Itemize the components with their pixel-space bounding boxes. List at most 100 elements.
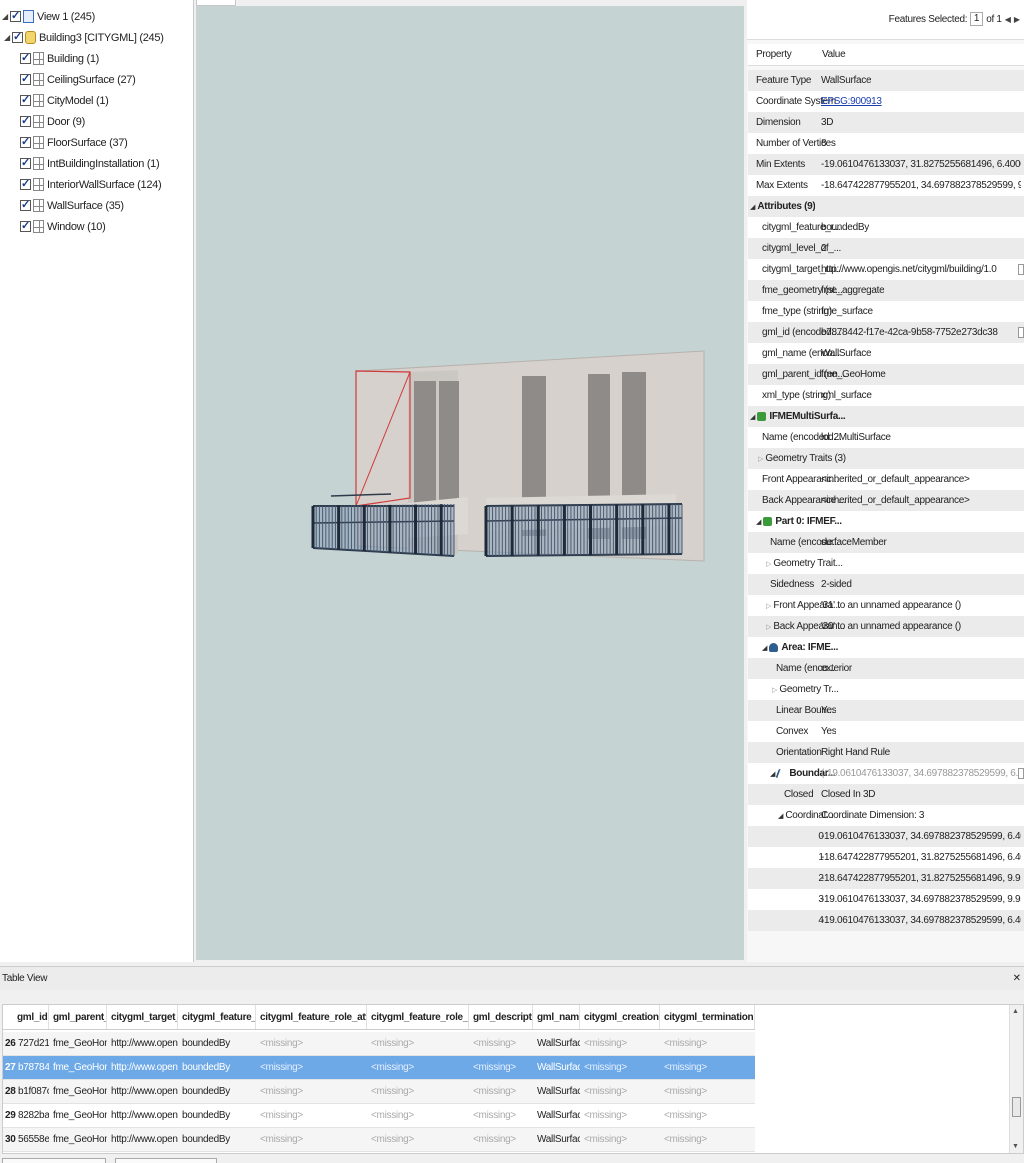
property-row[interactable]: 2 -18.647422877955201, 31.8275255681496, … <box>748 868 1024 889</box>
table-cell[interactable]: http://www.opengis.n... <box>107 1032 178 1056</box>
property-row[interactable]: Name (encoded: ... lod2MultiSurface <box>748 427 1024 448</box>
table-row[interactable]: 29 8282ba9...fme_GeoHomehttp://www.openg… <box>3 1104 755 1128</box>
feature-type-checkbox[interactable] <box>20 72 31 85</box>
scroll-thumb[interactable] <box>1012 1097 1021 1117</box>
table-cell[interactable]: WallSurface <box>533 1104 580 1128</box>
property-row[interactable]: Part 0: IFMEF... <box>748 511 1024 532</box>
table-cell[interactable]: 28 b1f087c8... <box>3 1080 49 1104</box>
bottom-tab[interactable] <box>2 1158 106 1163</box>
column-header-gml-description[interactable]: gml_description <box>469 1005 533 1029</box>
property-row[interactable]: Closed Closed In 3D <box>748 784 1024 805</box>
expand-value-button[interactable] <box>1018 327 1024 338</box>
property-row[interactable]: gml_parent_id (en... fme_GeoHome <box>748 364 1024 385</box>
property-row[interactable]: Feature Type WallSurface <box>748 70 1024 91</box>
feature-type-checkbox[interactable] <box>20 51 31 64</box>
feature-type-checkbox[interactable] <box>20 135 31 148</box>
property-row[interactable]: Area: IFME... <box>748 637 1024 658</box>
feature-type-checkbox[interactable] <box>20 198 31 211</box>
feature-type-checkbox[interactable] <box>20 93 31 106</box>
table-row[interactable]: 30 56558e89...fme_GeoHomehttp://www.open… <box>3 1128 755 1152</box>
bottom-tab[interactable] <box>115 1158 217 1163</box>
building-render[interactable] <box>196 6 744 960</box>
column-header-citygml-target-uri[interactable]: citygml_target_uri <box>107 1005 178 1029</box>
table-cell[interactable]: fme_GeoHome <box>49 1104 107 1128</box>
table-cell[interactable]: 27 b787844... <box>3 1056 49 1080</box>
table-cell[interactable]: WallSurface <box>533 1056 580 1080</box>
table-cell[interactable]: 26 727d210... <box>3 1032 49 1056</box>
table-cell[interactable]: <missing> <box>256 1056 367 1080</box>
property-row[interactable]: fme_geometry (st... fme_aggregate <box>748 280 1024 301</box>
property-row[interactable]: Min Extents -19.0610476133037, 31.8275255… <box>748 154 1024 175</box>
expand-triangle-icon[interactable] <box>750 203 755 211</box>
table-cell[interactable]: boundedBy <box>178 1056 256 1080</box>
table-cell[interactable]: <missing> <box>580 1080 660 1104</box>
column-header-citygml-creationDate[interactable]: citygml_creationDate <box>580 1005 660 1029</box>
vertical-scrollbar[interactable]: ▲ ▼ <box>1009 1005 1023 1153</box>
property-row[interactable]: Max Extents -18.647422877955201, 34.69788… <box>748 175 1024 196</box>
table-cell[interactable]: WallSurface <box>533 1080 580 1104</box>
column-header-citygml-feature-role-attr-name[interactable]: citygml_feature_role_attr_name <box>256 1005 367 1029</box>
tree-node-feature-type[interactable]: Building (1) <box>20 48 99 69</box>
expand-triangle-icon[interactable] <box>762 644 767 652</box>
scroll-down-arrow-icon[interactable]: ▼ <box>1012 1143 1019 1150</box>
table-cell[interactable]: boundedBy <box>178 1104 256 1128</box>
table-cell[interactable]: <missing> <box>580 1056 660 1080</box>
previous-arrow-icon[interactable]: ◀ <box>1005 15 1011 24</box>
table-cell[interactable]: fme_GeoHome <box>49 1056 107 1080</box>
property-column-header[interactable]: Property <box>748 44 822 65</box>
property-row[interactable]: gml_name (enco... WallSurface <box>748 343 1024 364</box>
property-value[interactable]: EPSG:900913 <box>821 96 882 107</box>
property-row[interactable]: 0 -19.0610476133037, 34.697882378529599, … <box>748 826 1024 847</box>
tree-node-feature-type[interactable]: IntBuildingInstallation (1) <box>20 153 160 174</box>
property-row[interactable]: Front Appearanc... <inherited_or_default_… <box>748 469 1024 490</box>
property-row[interactable]: Geometry Traits (3) <box>748 448 1024 469</box>
expand-triangle-icon[interactable] <box>750 413 755 421</box>
property-row[interactable]: Name (encode... surfaceMember <box>748 532 1024 553</box>
column-header-gml-id[interactable]: gml_id <box>3 1005 49 1029</box>
dataset-checkbox[interactable] <box>12 30 23 43</box>
expand-triangle-icon[interactable] <box>770 770 775 778</box>
table-cell[interactable]: <missing> <box>660 1056 755 1080</box>
table-cell[interactable]: <missing> <box>256 1080 367 1104</box>
collapsed-triangle-icon[interactable] <box>766 560 771 568</box>
table-cell[interactable]: 29 8282ba9... <box>3 1104 49 1128</box>
table-cell[interactable]: <missing> <box>660 1080 755 1104</box>
table-cell[interactable]: <missing> <box>367 1032 469 1056</box>
property-row[interactable]: IFMEMultiSurfa... <box>748 406 1024 427</box>
table-cell[interactable]: <missing> <box>660 1128 755 1152</box>
table-row[interactable]: 26 727d210...fme_GeoHomehttp://www.openg… <box>3 1032 755 1056</box>
feature-type-checkbox[interactable] <box>20 114 31 127</box>
property-row[interactable]: gml_id (encoded:... b7878442-f17e-42ca-9b… <box>748 322 1024 343</box>
tree-node-dataset[interactable]: ◢ Building3 [CITYGML] (245) <box>4 27 164 48</box>
property-row[interactable]: Dimension 3D <box>748 112 1024 133</box>
table-cell[interactable]: <missing> <box>256 1032 367 1056</box>
property-row[interactable]: citygml_target_uri... http://www.opengis.… <box>748 259 1024 280</box>
property-row[interactable]: Coordinat...Coordinate Dimension: 3 <box>748 805 1024 826</box>
table-cell[interactable]: WallSurface <box>533 1032 580 1056</box>
tree-node-feature-type[interactable]: CeilingSurface (27) <box>20 69 136 90</box>
value-column-header[interactable]: Value <box>822 44 846 65</box>
property-row[interactable]: Back Appearan...'30' to an unnamed appea… <box>748 616 1024 637</box>
column-header-gml-parent-id[interactable]: gml_parent_id <box>49 1005 107 1029</box>
property-row[interactable]: Name (enco... exterior <box>748 658 1024 679</box>
property-row[interactable]: Geometry Trait... <box>748 553 1024 574</box>
view-checkbox[interactable] <box>10 9 21 22</box>
collapsed-triangle-icon[interactable] <box>758 455 763 463</box>
table-cell[interactable]: <missing> <box>660 1032 755 1056</box>
property-row[interactable]: Coordinate System EPSG:900913 <box>748 91 1024 112</box>
property-row[interactable]: Number of Vertices 8 <box>748 133 1024 154</box>
column-header-citygml-feature-role-attr-val[interactable]: citygml_feature_role_attr_val <box>367 1005 469 1029</box>
3d-viewport[interactable] <box>196 6 744 960</box>
property-row[interactable]: Back Appearance ... <inherited_or_default… <box>748 490 1024 511</box>
table-cell[interactable]: <missing> <box>469 1128 533 1152</box>
page-current-input[interactable]: 1 <box>970 12 984 26</box>
expand-triangle-icon[interactable] <box>778 812 783 820</box>
table-cell[interactable]: WallSurface <box>533 1128 580 1152</box>
table-cell[interactable]: <missing> <box>469 1032 533 1056</box>
feature-type-checkbox[interactable] <box>20 156 31 169</box>
expand-triangle-icon[interactable]: ◢ <box>4 33 12 42</box>
expand-triangle-icon[interactable] <box>756 518 761 526</box>
collapsed-triangle-icon[interactable] <box>766 602 771 610</box>
property-row[interactable]: Boundar...(-19.0610476133037, 34.6978823… <box>748 763 1024 784</box>
tree-node-feature-type[interactable]: InteriorWallSurface (124) <box>20 174 162 195</box>
